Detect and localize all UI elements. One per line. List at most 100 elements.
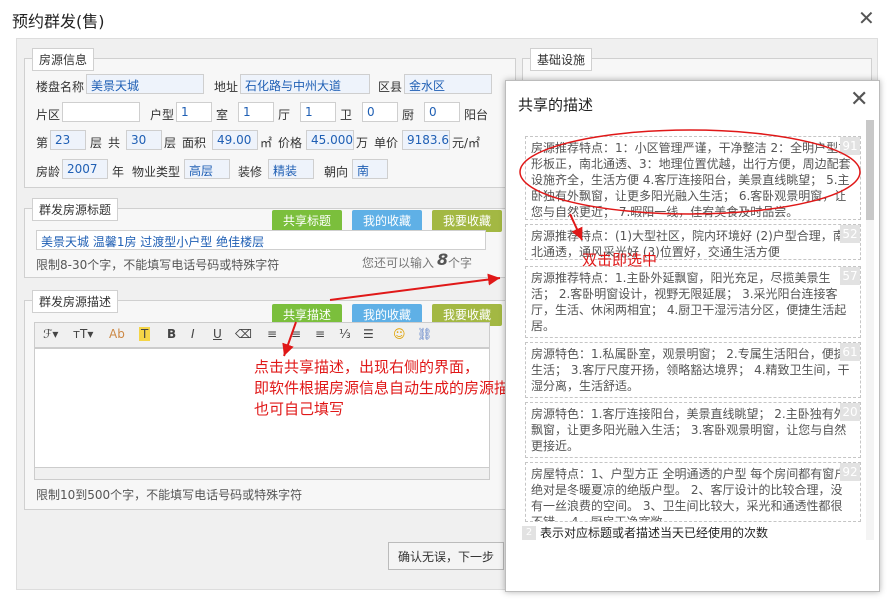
size-unit: ㎡ [260,136,273,150]
address-field[interactable]: 石化路与中州大道 [240,74,370,94]
shared-item-text: 房源推荐特点：1：小区管理严谨，干净整洁 2：全明户型方形板正，南北通透、3：地… [531,141,851,219]
shared-item-text: 房源推荐特点：(1)大型社区，院内环境好 (2)户型合理，南北通透，通风采光好 … [531,229,845,259]
close-icon[interactable]: ✕ [850,87,868,112]
type-field[interactable]: 高层 [184,159,230,179]
age-field[interactable]: 2007 [62,159,108,179]
area-field[interactable] [62,102,140,122]
ordered-list-icon[interactable]: ⅓ [339,327,351,341]
align-right-icon[interactable]: ≡ [315,327,325,341]
shared-item-text: 房屋特点：1、户型方正 全明通透的户型 每个房间都有窗户 绝对是冬暖夏凉的绝版户… [531,467,847,522]
floor-unit: 层 [90,136,103,150]
desc-limit-hint: 限制10到500个字，不能填写电话号码或特殊字符 [36,488,303,502]
shared-item[interactable]: 房源推荐特点：(1)大型社区，院内环境好 (2)户型合理，南北通透，通风采光好 … [525,224,861,260]
shared-item[interactable]: 房源推荐特点：1：小区管理严谨，干净整洁 2：全明户型方形板正，南北通透、3：地… [525,136,861,220]
bold-icon[interactable]: B [167,327,176,341]
price-field[interactable]: 45.000 [306,130,354,150]
total-prefix: 共 [108,136,121,150]
floor-prefix: 第 [36,136,49,150]
facing-field[interactable]: 南 [352,159,388,179]
align-center-icon[interactable]: ≡ [291,327,301,341]
balcony-field[interactable]: 0 [424,102,460,122]
panel-title: 共享的描述 [518,96,594,114]
usage-count-badge: 92 [840,463,860,481]
font-family-icon[interactable]: ℱ▾ [43,327,58,341]
rooms-field[interactable]: 1 [176,102,212,122]
house-info-legend: 房源信息 [32,48,95,71]
italic-icon[interactable]: I [191,327,195,341]
highlight-icon[interactable]: T [139,327,151,341]
close-icon[interactable]: ✕ [858,6,875,30]
rooms-unit: 室 [216,108,229,122]
unit-price-unit: 元/㎡ [452,136,481,150]
title-remaining-suffix: 个字 [448,256,473,270]
usage-count-badge: 20 [840,403,860,421]
halls-field[interactable]: 1 [238,102,274,122]
link-icon[interactable]: ⛓ [417,327,432,341]
layout-label: 户型 [150,108,175,122]
estate-label: 楼盘名称 [36,80,85,94]
desc-group-legend: 群发房源描述 [32,290,119,313]
shared-item[interactable]: 房源特色：1.私属卧室，观景明窗； 2.专属生活阳台，便捷生活； 3.客厅尺度开… [525,342,861,398]
emoticon-icon[interactable]: ☺ [393,327,406,341]
editor-resize-bar[interactable] [34,468,490,480]
price-unit: 万 [356,136,369,150]
baths-unit: 卫 [340,108,353,122]
panel-scrollbar-thumb[interactable] [866,120,874,220]
usage-count-badge: 52 [840,225,860,243]
size-label: 面积 [182,136,207,150]
unit-price-field[interactable]: 9183.6 [402,130,450,150]
font-color-icon[interactable]: Ab [109,327,125,341]
shared-item[interactable]: 房源推荐特点：1.主卧外延飘窗，阳光充足，尽揽美景生活； 2.客卧明窗设计，视野… [525,266,861,338]
age-label: 房龄 [36,165,61,179]
balcony-unit: 阳台 [464,108,489,122]
usage-count-badge: 61 [840,343,860,361]
editor-toolbar: ℱ▾ ᴛT▾ Ab T B I U ⌫ ≡ ≡ ≡ ⅓ ☰ ☺ ⛓ [34,322,490,348]
facing-label: 朝向 [324,165,349,179]
kitchens-field[interactable]: 0 [362,102,398,122]
title-limit-hint: 限制8-30个字，不能填写电话号码或特殊字符 [36,258,280,272]
shared-item-text: 房源推荐特点：1.主卧外延飘窗，阳光充足，尽揽美景生活； 2.客卧明窗设计，视野… [531,271,847,333]
usage-legend-badge: 2 [522,526,536,540]
title-input[interactable]: 美景天城 温馨1房 过渡型小户型 绝佳楼层 [36,230,486,250]
dialog-titlebar: 预约群发(售) ✕ [0,0,891,38]
confirm-next-button[interactable]: 确认无误，下一步 [388,542,504,570]
shared-item[interactable]: 房源特色：1.客厅连接阳台，美景直线眺望； 2.主卧独有外飘窗，让更多阳光融入生… [525,402,861,458]
share-title-button[interactable]: 共享标题 [272,210,342,232]
size-field[interactable]: 49.00 [212,130,258,150]
title-remaining-prefix: 您还可以输入 [362,256,435,270]
estate-field[interactable]: 美景天城 [86,74,204,94]
decor-field[interactable]: 精装 [268,159,314,179]
district-field[interactable]: 金水区 [404,74,492,94]
double-click-note: 双击即选中 [582,251,658,269]
my-favorites-title-button[interactable]: 我的收藏 [352,210,422,232]
total-unit: 层 [164,136,177,150]
unit-price-label: 单价 [374,136,399,150]
halls-unit: 厅 [278,108,291,122]
unordered-list-icon[interactable]: ☰ [363,327,374,341]
title-remaining-count: 8 [437,250,449,269]
facilities-legend: 基础设施 [530,48,593,71]
shared-item-text: 房源特色：1.私属卧室，观景明窗； 2.专属生活阳台，便捷生活； 3.客厅尺度开… [531,347,850,393]
annotation-note-line-3: 也可自己填写 [254,400,345,418]
age-unit: 年 [112,165,125,179]
usage-count-badge: 91 [840,137,860,155]
floor-field[interactable]: 23 [50,130,86,150]
kitchens-unit: 厨 [402,108,415,122]
total-floors-field[interactable]: 30 [126,130,162,150]
font-size-icon[interactable]: ᴛT▾ [73,327,93,341]
annotation-note-line-1: 点击共享描述，出现右侧的界面， [254,358,480,376]
district-label: 区县 [378,80,403,94]
address-label: 地址 [214,80,239,94]
underline-icon[interactable]: U [213,327,222,341]
align-left-icon[interactable]: ≡ [267,327,277,341]
add-favorite-title-button[interactable]: 我要收藏 [432,210,502,232]
usage-count-badge: 57 [840,267,860,285]
eraser-icon[interactable]: ⌫ [235,327,252,341]
decor-label: 装修 [238,165,263,179]
title-group-legend: 群发房源标题 [32,198,119,221]
baths-field[interactable]: 1 [300,102,336,122]
annotation-note-line-2: 即软件根据房源信息自动生成的房源描述， [254,379,540,397]
area-label: 片区 [36,108,61,122]
price-label: 价格 [278,136,303,150]
shared-item[interactable]: 房屋特点：1、户型方正 全明通透的户型 每个房间都有窗户 绝对是冬暖夏凉的绝版户… [525,462,861,522]
